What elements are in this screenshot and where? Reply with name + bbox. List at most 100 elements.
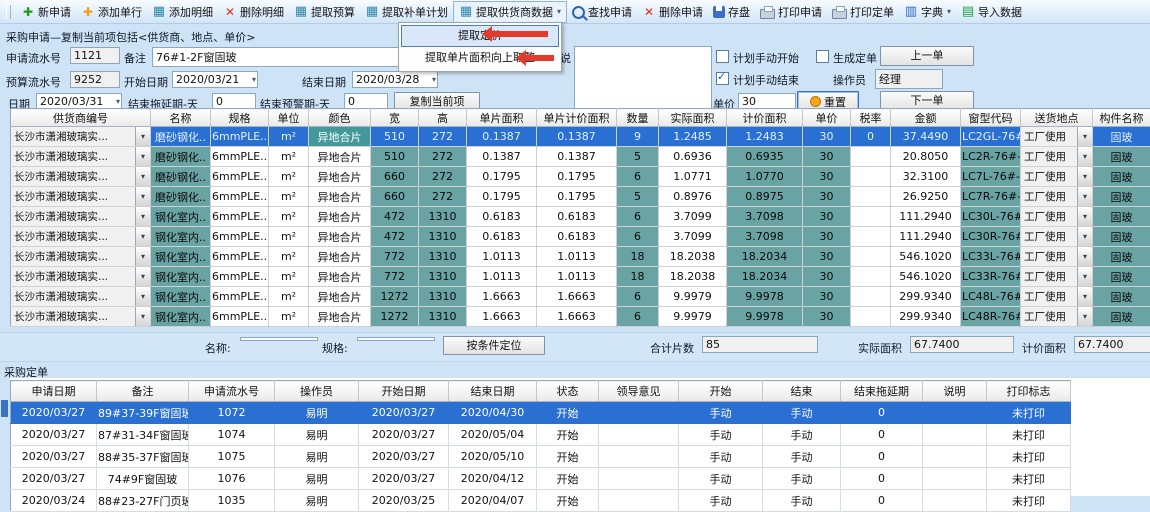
note-textarea[interactable] bbox=[574, 46, 712, 110]
cell-window_code[interactable]: LC7R-76#-1FO bbox=[961, 187, 1021, 207]
cell-supplier[interactable]: 长沙市潇湘玻璃实...▾ bbox=[11, 147, 151, 167]
cell-delivery[interactable]: 工厂使用▾ bbox=[1021, 247, 1093, 267]
cell-leader_opinion[interactable] bbox=[599, 402, 679, 424]
column-header-note[interactable]: 说明 bbox=[923, 381, 987, 402]
column-header-delivery[interactable]: 送货地点 bbox=[1021, 109, 1093, 127]
cell-print_flag[interactable]: 未打印 bbox=[987, 424, 1071, 446]
cell-actual_area[interactable]: 0.8976 bbox=[659, 187, 727, 207]
cell-end_date[interactable]: 2020/04/12 bbox=[449, 468, 537, 490]
cell-color[interactable]: 异地合片 bbox=[309, 187, 371, 207]
cell-apply_no[interactable]: 1076 bbox=[189, 468, 275, 490]
cell-actual_area[interactable]: 3.7099 bbox=[659, 227, 727, 247]
cell-window_code[interactable]: LC30L-76#.. bbox=[961, 207, 1021, 227]
cell-operator[interactable]: 易明 bbox=[275, 402, 359, 424]
cell-delivery[interactable]: 工厂使用▾ bbox=[1021, 307, 1093, 327]
cell-amount[interactable]: 111.2940 bbox=[891, 207, 961, 227]
cell-apply_date[interactable]: 2020/03/27 bbox=[11, 468, 97, 490]
cell-unit[interactable]: m² bbox=[269, 247, 309, 267]
cell-piece_area[interactable]: 1.0113 bbox=[467, 247, 537, 267]
column-header-actual_area[interactable]: 实际面积 bbox=[659, 109, 727, 127]
cell-width[interactable]: 660 bbox=[371, 187, 419, 207]
print-order-button[interactable]: 打印定单 bbox=[827, 2, 899, 22]
cell-tax[interactable] bbox=[851, 207, 891, 227]
cell-supplier[interactable]: 长沙市潇湘玻璃实...▾ bbox=[11, 287, 151, 307]
cell-print_flag[interactable]: 未打印 bbox=[987, 468, 1071, 490]
cell-unit[interactable]: m² bbox=[269, 207, 309, 227]
cell-piece_area[interactable]: 0.1795 bbox=[467, 167, 537, 187]
cell-height[interactable]: 1310 bbox=[419, 247, 467, 267]
chevron-down-icon[interactable]: ▾ bbox=[249, 75, 256, 84]
cell-spec[interactable]: 6mmPLE.. bbox=[211, 307, 269, 327]
cell-piece_area[interactable]: 1.6663 bbox=[467, 307, 537, 327]
cell-operator[interactable]: 易明 bbox=[275, 490, 359, 512]
cell-height[interactable]: 1310 bbox=[419, 207, 467, 227]
cell-unit[interactable]: m² bbox=[269, 167, 309, 187]
cell-spec[interactable]: 6mmPLE.. bbox=[211, 227, 269, 247]
cell-height[interactable]: 272 bbox=[419, 147, 467, 167]
column-header-price[interactable]: 单价 bbox=[803, 109, 851, 127]
delete-detail-button[interactable]: ✕删除明细 bbox=[218, 2, 289, 22]
cell-calc_area[interactable]: 0.8975 bbox=[727, 187, 803, 207]
table-row[interactable]: 2020/03/2488#23-27F门页玻1035易明2020/03/2520… bbox=[11, 490, 1071, 512]
cell-piece_calc_area[interactable]: 1.0113 bbox=[537, 247, 617, 267]
cell-print_flag[interactable]: 未打印 bbox=[987, 490, 1071, 512]
cell-supplier[interactable]: 长沙市潇湘玻璃实...▾ bbox=[11, 247, 151, 267]
cell-width[interactable]: 510 bbox=[371, 127, 419, 147]
column-header-part_name[interactable]: 构件名称 bbox=[1093, 109, 1150, 127]
locator-spec-input[interactable] bbox=[357, 337, 435, 341]
cell-piece_calc_area[interactable]: 0.1387 bbox=[537, 127, 617, 147]
cell-calc_area[interactable]: 1.2483 bbox=[727, 127, 803, 147]
cell-piece_area[interactable]: 0.6183 bbox=[467, 227, 537, 247]
cell-spec[interactable]: 6mmPLE.. bbox=[211, 167, 269, 187]
cell-window_code[interactable]: LC7L-76#-1FO bbox=[961, 167, 1021, 187]
cell-part_name[interactable]: 固玻 bbox=[1093, 167, 1150, 187]
cell-name[interactable]: 磨砂钢化.. bbox=[151, 127, 211, 147]
cell-color[interactable]: 异地合片 bbox=[309, 287, 371, 307]
cell-start[interactable]: 手动 bbox=[679, 402, 763, 424]
cell-color[interactable]: 异地合片 bbox=[309, 207, 371, 227]
column-header-start[interactable]: 开始 bbox=[679, 381, 763, 402]
cell-supplier[interactable]: 长沙市潇湘玻璃实...▾ bbox=[11, 227, 151, 247]
cell-piece_area[interactable]: 0.6183 bbox=[467, 207, 537, 227]
locate-by-condition-button[interactable]: 按条件定位 bbox=[443, 336, 545, 355]
cell-tax[interactable] bbox=[851, 267, 891, 287]
cell-part_name[interactable]: 固玻 bbox=[1093, 307, 1150, 327]
cell-tax[interactable] bbox=[851, 247, 891, 267]
table-row[interactable]: 2020/03/2787#31-34F窗固玻1074易明2020/03/2720… bbox=[11, 424, 1071, 446]
cell-delivery[interactable]: 工厂使用▾ bbox=[1021, 127, 1093, 147]
column-header-supplier[interactable]: 供货商编号 bbox=[11, 109, 151, 127]
operator-field[interactable]: 经理 bbox=[875, 69, 943, 89]
cell-part_name[interactable]: 固玻 bbox=[1093, 227, 1150, 247]
table-row[interactable]: 长沙市潇湘玻璃实...▾磨砂钢化..6mmPLE..m²异地合片5102720.… bbox=[11, 147, 1150, 167]
cell-qty[interactable]: 18 bbox=[617, 267, 659, 287]
cell-actual_area[interactable]: 18.2038 bbox=[659, 247, 727, 267]
cell-price[interactable]: 30 bbox=[803, 207, 851, 227]
start-date-picker[interactable]: 2020/03/21▾ bbox=[172, 71, 258, 88]
cell-amount[interactable]: 26.9250 bbox=[891, 187, 961, 207]
cell-note[interactable] bbox=[923, 468, 987, 490]
table-row[interactable]: 长沙市潇湘玻璃实...▾磨砂钢化..6mmPLE..m²异地合片6602720.… bbox=[11, 167, 1150, 187]
cell-spec[interactable]: 6mmPLE.. bbox=[211, 267, 269, 287]
table-row[interactable]: 长沙市潇湘玻璃实...▾钢化室内..6mmPLE..m²异地合片12721310… bbox=[11, 287, 1150, 307]
cell-note[interactable] bbox=[923, 424, 987, 446]
import-data-button[interactable]: ▤导入数据 bbox=[956, 2, 1027, 22]
cell-name[interactable]: 磨砂钢化.. bbox=[151, 167, 211, 187]
table-row[interactable]: 2020/03/2774#9F窗固玻1076易明2020/03/272020/0… bbox=[11, 468, 1071, 490]
table-row[interactable]: 长沙市潇湘玻璃实...▾钢化室内..6mmPLE..m²异地合片77213101… bbox=[11, 267, 1150, 287]
find-request-button[interactable]: 查找申请 bbox=[567, 2, 637, 22]
cell-end_date[interactable]: 2020/05/04 bbox=[449, 424, 537, 446]
cell-piece_area[interactable]: 0.1795 bbox=[467, 187, 537, 207]
cell-delay[interactable]: 0 bbox=[841, 446, 923, 468]
cell-start[interactable]: 手动 bbox=[679, 490, 763, 512]
cell-width[interactable]: 472 bbox=[371, 227, 419, 247]
cell-unit[interactable]: m² bbox=[269, 227, 309, 247]
chevron-down-icon[interactable]: ▾ bbox=[1077, 127, 1092, 146]
cell-color[interactable]: 异地合片 bbox=[309, 247, 371, 267]
cell-unit[interactable]: m² bbox=[269, 147, 309, 167]
cell-status[interactable]: 开始 bbox=[537, 424, 599, 446]
cell-apply_date[interactable]: 2020/03/27 bbox=[11, 424, 97, 446]
cell-delivery[interactable]: 工厂使用▾ bbox=[1021, 207, 1093, 227]
cell-calc_area[interactable]: 18.2034 bbox=[727, 247, 803, 267]
cell-qty[interactable]: 18 bbox=[617, 247, 659, 267]
cell-width[interactable]: 1272 bbox=[371, 287, 419, 307]
